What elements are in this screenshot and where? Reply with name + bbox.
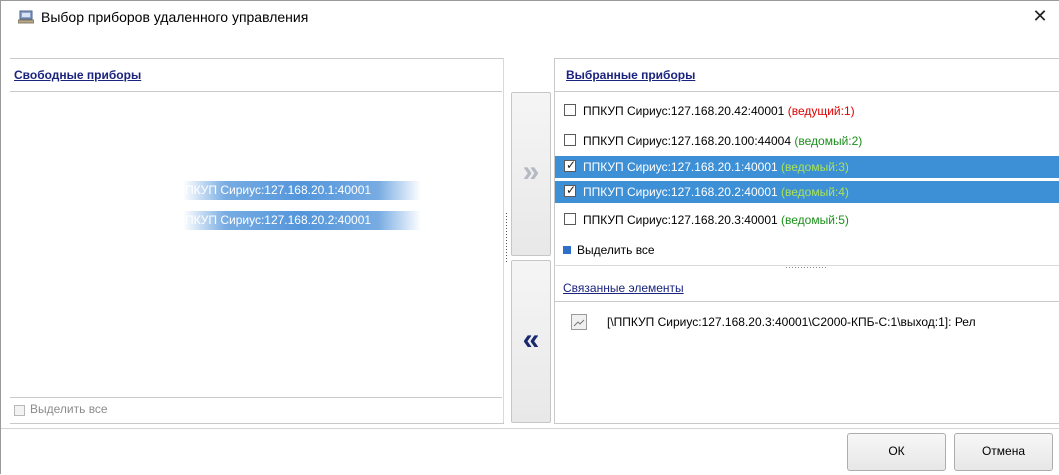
device-role: (ведомый:3) xyxy=(781,160,849,174)
device-role: (ведущий:1) xyxy=(787,104,855,118)
free-devices-footer: Выделить все xyxy=(10,397,502,423)
horizontal-splitter[interactable] xyxy=(554,265,1059,266)
selected-devices-header: Выбранные приборы xyxy=(554,58,1059,92)
device-checkbox[interactable]: ✓ xyxy=(564,183,577,197)
device-row[interactable]: ППКУП Сириус:127.168.20.42:40001 (ведущи… xyxy=(555,100,1059,122)
splitter-grip-icon[interactable] xyxy=(786,267,826,268)
checkmark-icon: ✓ xyxy=(566,158,577,172)
device-checkbox[interactable] xyxy=(564,213,576,225)
app-icon xyxy=(18,10,34,24)
select-all-checkbox-left[interactable] xyxy=(14,405,25,416)
device-checkbox[interactable] xyxy=(564,104,576,116)
linked-elements-header: Связанные элементы xyxy=(554,271,1059,302)
device-role: (ведомый:2) xyxy=(794,134,863,148)
device-row[interactable]: ✓ ППКУП Сириус:127.168.20.2:40001 (ведом… xyxy=(555,181,1059,203)
relay-output-icon xyxy=(571,314,587,330)
select-all-checkbox-right[interactable] xyxy=(563,246,571,254)
double-chevron-right-icon: » xyxy=(522,155,540,188)
double-chevron-left-icon: « xyxy=(522,323,540,356)
device-row[interactable]: ППКУП Сириус:127.168.20.100:44004 (ведом… xyxy=(555,130,1059,152)
close-icon[interactable]: ✕ xyxy=(1029,5,1051,27)
device-name: ППКУП Сириус:127.168.20.1:40001 xyxy=(583,160,778,174)
device-name: ППКУП Сириус:127.168.20.2:40001 xyxy=(583,185,778,199)
select-all-label-left: Выделить все xyxy=(30,402,108,416)
free-devices-title[interactable]: Свободные приборы xyxy=(14,68,141,82)
device-name: ППКУП Сириус:127.168.20.3:40001 xyxy=(583,213,778,227)
ok-button[interactable]: ОК xyxy=(847,433,946,471)
linked-element-row[interactable]: [\ППКУП Сириус:127.168.20.3:40001\С2000-… xyxy=(555,311,1059,333)
dialog-window: Выбор приборов удаленного управления ✕ С… xyxy=(0,0,1059,475)
window-title: Выбор приборов удаленного управления xyxy=(41,9,309,25)
device-checkbox[interactable] xyxy=(564,134,576,146)
select-all-label-right: Выделить все xyxy=(577,243,655,257)
free-devices-header: Свободные приборы xyxy=(10,58,502,92)
splitter-grip-icon[interactable] xyxy=(506,213,507,263)
linked-elements-title[interactable]: Связанные элементы xyxy=(563,281,684,295)
device-row[interactable]: ППКУП Сириус:127.168.20.3:40001 (ведомый… xyxy=(555,209,1059,231)
checkmark-icon: ✓ xyxy=(566,183,577,197)
cancel-button[interactable]: Отмена xyxy=(954,433,1053,471)
device-name: ППКУП Сириус:127.168.20.100:44004 xyxy=(583,134,792,148)
device-role: (ведомый:4) xyxy=(781,185,849,199)
device-row[interactable]: ✓ ППКУП Сириус:127.168.20.1:40001 (ведом… xyxy=(555,156,1059,178)
selected-devices-title[interactable]: Выбранные приборы xyxy=(566,68,695,82)
device-role: (ведомый:5) xyxy=(781,213,849,227)
device-name: ППКУП Сириус:127.168.20.42:40001 xyxy=(583,104,785,118)
remove-device-button[interactable]: « xyxy=(511,260,551,423)
free-devices-panel xyxy=(10,58,504,424)
add-device-button[interactable]: » xyxy=(511,92,551,256)
drag-ghost-row: ПКУП Сириус:127.168.20.2:40001 xyxy=(183,211,421,230)
drag-ghost-row: ПКУП Сириус:127.168.20.1:40001 xyxy=(183,181,421,200)
linked-element-text: [\ППКУП Сириус:127.168.20.3:40001\С2000-… xyxy=(607,315,976,329)
device-checkbox[interactable]: ✓ xyxy=(564,158,577,172)
title-bar: Выбор приборов удаленного управления ✕ xyxy=(1,1,1059,32)
